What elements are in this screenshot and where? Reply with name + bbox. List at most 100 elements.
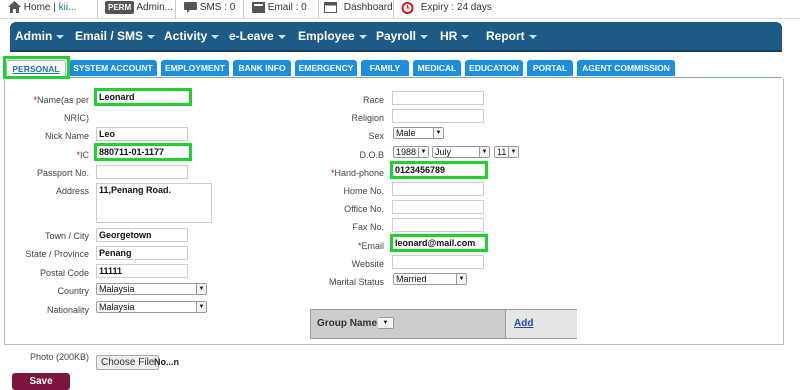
expiry-label: Expiry : 24 days [420, 2, 492, 13]
nav-report[interactable]: Report [486, 22, 537, 50]
ic-highlight [94, 143, 192, 161]
nav-eleave-label: e-Leave [229, 29, 274, 43]
chevron-down-icon: ▼ [378, 318, 393, 328]
topbar-divider [97, 0, 98, 18]
photo-label: Photo (200KB) [30, 352, 90, 362]
nav-hr[interactable]: HR [440, 22, 470, 50]
address-label: Address [55, 186, 89, 196]
religion-input[interactable] [392, 109, 484, 123]
town-input[interactable]: Georgetown [96, 228, 188, 242]
ic-label-text: IC [80, 150, 89, 160]
handphone-label-text: Hand-phone [334, 168, 384, 178]
home-user[interactable]: kii... [59, 2, 77, 13]
state-input[interactable]: Penang [96, 246, 188, 260]
marital-status-select[interactable]: Married ▼ [393, 273, 467, 285]
email-field-label-text: Email [361, 241, 384, 251]
nav-eleave[interactable]: e-Leave [229, 22, 286, 50]
nav-payroll-label: Payroll [376, 29, 417, 43]
handphone-label: *Hand-phone [331, 168, 384, 178]
tab-agent-commission[interactable]: AGENT COMMISSION [577, 60, 675, 76]
chevron-down-icon [56, 34, 65, 39]
chevron-down-icon [211, 34, 220, 39]
chevron-down-icon [461, 34, 470, 39]
nav-admin[interactable]: Admin [15, 22, 65, 50]
website-input[interactable] [392, 255, 484, 269]
passport-label: Passport No. [36, 168, 89, 178]
group-name-select[interactable]: ▼ [378, 317, 394, 329]
chevron-down-icon: ▼ [433, 128, 443, 138]
email-icon [252, 1, 265, 13]
dob-month-value: July [435, 147, 452, 157]
nationality-value: Malaysia [99, 302, 135, 312]
state-label: State / Province [25, 249, 89, 259]
dashboard-icon [324, 1, 337, 13]
race-input[interactable] [392, 91, 484, 105]
fax-no-label: Fax No. [352, 222, 384, 232]
nationality-select[interactable]: Malaysia ▼ [96, 301, 207, 313]
dob-day-select[interactable]: 11 ▼ [494, 146, 519, 158]
nav-payroll[interactable]: Payroll [376, 22, 429, 50]
tab-bank-info[interactable]: BANK INFO [233, 60, 291, 76]
chevron-down-icon: ▼ [196, 302, 206, 312]
chevron-down-icon: ▼ [418, 147, 428, 157]
dob-label: D.O.B [359, 150, 384, 160]
chevron-down-icon: ▼ [456, 274, 466, 284]
nav-employee-label: Employee [298, 29, 355, 43]
dob-month-select[interactable]: July ▼ [432, 146, 490, 158]
name-label: *Name(as per [33, 95, 89, 105]
office-no-input[interactable] [392, 200, 484, 214]
tab-emergency[interactable]: EMERGENCY [295, 60, 357, 76]
marital-status-value: Married [396, 274, 427, 284]
race-label: Race [362, 95, 384, 105]
alarm-clock-icon [401, 1, 414, 14]
add-group-link[interactable]: Add [514, 318, 533, 329]
nav-email-sms[interactable]: Email / SMS [75, 22, 156, 50]
tab-education[interactable]: EDUCATION [465, 60, 523, 76]
fax-no-input[interactable] [392, 218, 484, 232]
topbar-divider [243, 0, 244, 18]
choose-file-button[interactable]: Choose File [96, 355, 160, 370]
tab-medical[interactable]: MEDICAL [413, 60, 461, 76]
tab-system-account[interactable]: SYSTEM ACCOUNT [69, 60, 157, 76]
nav-activity[interactable]: Activity [164, 22, 220, 50]
file-name-text: No...n [154, 357, 179, 367]
home-no-label: Home No. [343, 186, 384, 196]
sex-select[interactable]: Male ▼ [393, 127, 444, 139]
tab-portal[interactable]: PORTAL [527, 60, 573, 76]
topbar-divider [318, 0, 319, 18]
expiry-info: Expiry : 24 days [401, 0, 492, 17]
marital-status-label: Marital Status [328, 277, 384, 287]
religion-label: Religion [351, 113, 384, 123]
postal-input[interactable]: 11111 [96, 264, 188, 278]
email-highlight [390, 234, 488, 252]
nav-employee[interactable]: Employee [298, 22, 367, 50]
save-button[interactable]: Save [12, 373, 70, 390]
chevron-down-icon [358, 34, 367, 39]
top-bar: Home | kii... PERM Admin... SMS : 0 Emai… [0, 0, 800, 19]
country-label: Country [57, 286, 89, 296]
dashboard-label: Dashboard [343, 2, 393, 13]
passport-input[interactable] [96, 165, 188, 179]
chevron-down-icon: ▼ [508, 147, 518, 157]
tab-family[interactable]: FAMILY [361, 60, 409, 76]
home-link[interactable]: Home | kii... [8, 0, 76, 17]
website-label: Website [351, 259, 384, 269]
sms-link[interactable]: SMS : 0 [184, 0, 235, 17]
chat-icon [184, 2, 197, 14]
dashboard-link[interactable]: Dashboard [324, 0, 393, 17]
handphone-highlight [390, 161, 488, 179]
email-link[interactable]: Email : 0 [252, 0, 307, 17]
email-field-label: *Email [358, 241, 384, 251]
nav-activity-label: Activity [164, 29, 208, 43]
sex-label: Sex [368, 131, 384, 141]
admin-link[interactable]: PERM Admin... [105, 0, 173, 17]
address-textarea[interactable]: 11,Penang Road. [96, 183, 212, 223]
country-select[interactable]: Malaysia ▼ [96, 283, 207, 295]
tab-employment[interactable]: EMPLOYMENT [161, 60, 229, 76]
home-no-input[interactable] [392, 182, 484, 196]
chevron-down-icon [277, 34, 286, 39]
nric-label: NRIC) [64, 113, 89, 123]
email-label: Email : 0 [267, 2, 307, 13]
nick-name-input[interactable]: Leo [96, 127, 188, 141]
dob-year-select[interactable]: 1988 ▼ [393, 146, 429, 158]
